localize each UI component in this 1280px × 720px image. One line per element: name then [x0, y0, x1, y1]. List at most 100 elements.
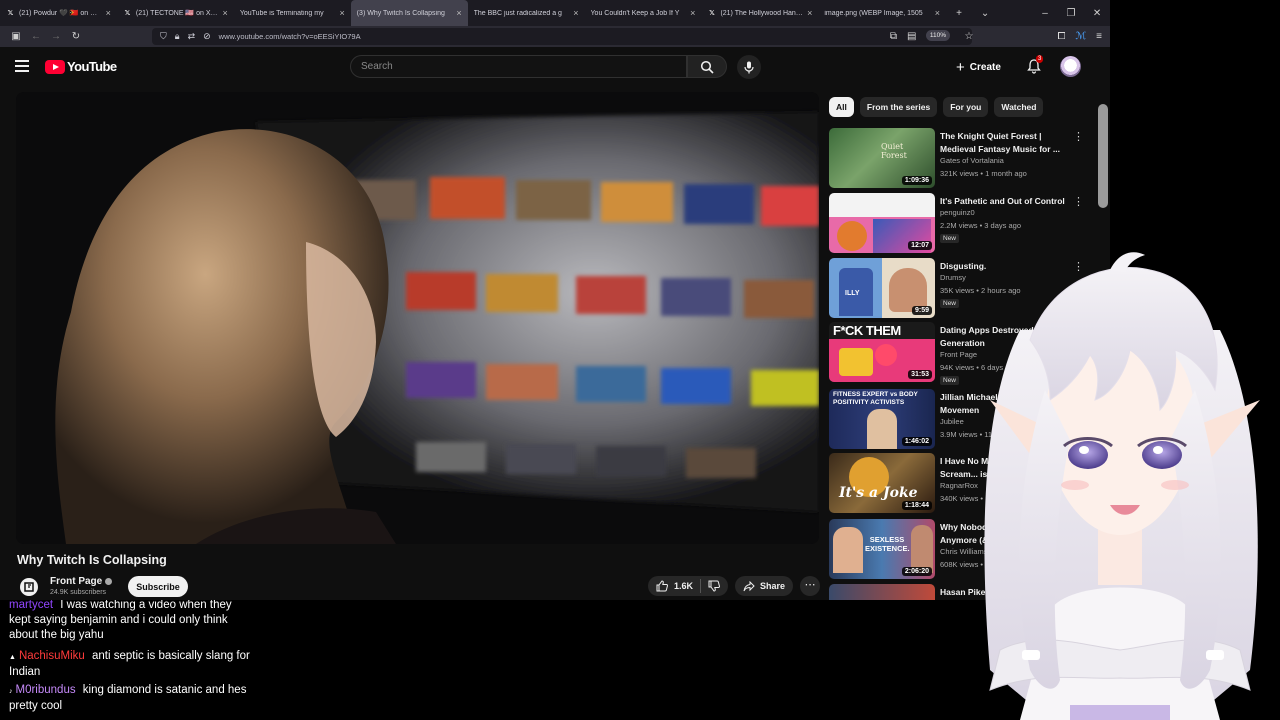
picture-in-picture-icon[interactable]: ⧉: [890, 31, 897, 42]
extensions-icon[interactable]: ⧠: [1057, 31, 1065, 42]
browser-tab-active[interactable]: (3) Why Twitch Is Collapsing ×: [350, 0, 468, 26]
bookmark-star-icon[interactable]: ☆: [964, 31, 973, 42]
chat-username: NachisuMiku: [18, 650, 85, 662]
channel-avatar[interactable]: [20, 578, 38, 596]
tab-label: YouTube is Terminating my: [239, 9, 324, 17]
thumbnail-text: SEXLESS EXISTENCE.: [865, 535, 910, 553]
video-duration: 1:18:44: [901, 501, 932, 510]
chat-badge-icon: ▲: [9, 654, 16, 661]
browser-tab[interactable]: image.png (WEBP Image, 1505 ×: [818, 0, 946, 26]
permissions-icon[interactable]: ⇄: [188, 31, 196, 42]
youtube-logo[interactable]: YouTube: [45, 59, 117, 74]
video-actions: 1.6K Share ⋯: [647, 576, 820, 596]
lock-icon[interactable]: 🔒︎: [175, 31, 180, 42]
search-icon: [700, 60, 714, 74]
channel-name[interactable]: Gates of Vortalania: [940, 156, 1004, 165]
video-thumbnail[interactable]: FITNESS EXPERT vs BODY POSITIVITY ACTIVI…: [829, 389, 935, 449]
video-title: The Knight Quiet Forest | Medieval Fanta…: [940, 131, 1060, 154]
video-thumbnail[interactable]: It's a Joke 1:18:44: [829, 453, 935, 513]
extension-icon[interactable]: ℳ: [1075, 31, 1086, 42]
tab-label: (21) Powdur 🖤 🇹🇱 on X: "@: [19, 10, 102, 17]
channel-name[interactable]: penguinz0: [940, 208, 975, 217]
recommendation-item[interactable]: Quiet Forest 1:09:36 The Knight Quiet Fo…: [829, 128, 1089, 188]
video-player[interactable]: [16, 92, 819, 544]
recommendation-item[interactable]: 12:07 It's Pathetic and Out of Control p…: [829, 193, 1089, 253]
create-button[interactable]: + Create: [956, 57, 1001, 77]
video-duration: 1:09:36: [901, 176, 932, 185]
more-vertical-icon[interactable]: ⋮: [1073, 130, 1084, 143]
menu-icon[interactable]: ≡: [1096, 31, 1102, 42]
close-tab-icon[interactable]: ×: [573, 8, 578, 18]
tab-label: (3) Why Twitch Is Collapsing: [356, 9, 445, 17]
tab-label: (21) The Hollywood Handle: [720, 9, 804, 17]
forward-arrow-icon[interactable]: →: [46, 31, 66, 42]
close-tab-icon[interactable]: ×: [807, 8, 812, 18]
address-bar[interactable]: ⛉ 🔒︎ ⇄ ⊘ www.youtube.com/watch?v=oEESiYI…: [152, 28, 972, 45]
thumbnail-text: ILLY: [845, 290, 860, 297]
page-scrollbar[interactable]: [1098, 104, 1108, 208]
browser-tab[interactable]: 𝕏 (21) Powdur 🖤 🇹🇱 on X: "@ ×: [0, 0, 117, 26]
tab-list-chevron-icon[interactable]: ⌄: [972, 8, 998, 19]
video-thumbnail[interactable]: ILLY 9:59: [829, 258, 935, 318]
x-icon: 𝕏: [124, 10, 131, 17]
no-camera-icon[interactable]: ⊘: [203, 31, 211, 42]
video-duration: 9:59: [911, 306, 932, 315]
chip-all[interactable]: All: [829, 97, 854, 117]
browser-tab[interactable]: You Couldn't Keep a Job If Y ×: [585, 0, 702, 26]
subscribe-button[interactable]: Subscribe: [128, 576, 188, 597]
close-tab-icon[interactable]: ×: [223, 8, 228, 18]
front-page-logo-icon: [24, 582, 34, 592]
video-duration: 31:53: [908, 370, 932, 379]
search-input[interactable]: Search: [350, 55, 687, 78]
video-thumbnail[interactable]: F*CK THEM 31:53: [829, 322, 935, 382]
thumbs-up-icon: [656, 580, 668, 592]
minimize-icon[interactable]: –: [1032, 8, 1058, 19]
video-thumbnail[interactable]: Quiet Forest 1:09:36: [829, 128, 935, 188]
chat-message: ▲ NachisuMiku anti septic is basically sl…: [9, 649, 253, 680]
chat-username: M0ribundus: [15, 684, 76, 696]
shield-icon[interactable]: ⛉: [160, 31, 167, 42]
video-thumbnail[interactable]: [829, 584, 935, 600]
close-tab-icon[interactable]: ×: [339, 8, 344, 18]
close-window-icon[interactable]: ✕: [1084, 8, 1110, 19]
hamburger-menu-icon[interactable]: [15, 60, 29, 72]
video-duration: 2:06:20: [901, 567, 932, 576]
share-button[interactable]: Share: [734, 576, 793, 596]
account-avatar[interactable]: [1060, 56, 1081, 77]
close-tab-icon[interactable]: ×: [456, 8, 461, 18]
close-tab-icon[interactable]: ×: [106, 8, 111, 18]
reader-view-icon[interactable]: ▤: [907, 31, 916, 42]
channel-name[interactable]: Front Page: [50, 576, 113, 587]
more-actions-button[interactable]: ⋯: [800, 576, 820, 596]
maximize-icon[interactable]: ❐: [1058, 8, 1084, 19]
thumbnail-text: Quiet Forest: [881, 142, 907, 160]
chip-from-the-series[interactable]: From the series: [859, 97, 938, 117]
notification-badge: 3: [1036, 55, 1044, 63]
new-badge: New: [940, 299, 960, 308]
sidebar-toggle-icon[interactable]: ▣: [6, 31, 26, 42]
youtube-header: YouTube Search + Create 3: [0, 47, 1110, 87]
like-button[interactable]: 1.6K: [656, 580, 693, 592]
new-tab-icon[interactable]: +: [946, 8, 972, 19]
thumbs-down-icon: [708, 580, 720, 592]
video-thumbnail[interactable]: SEXLESS EXISTENCE. 2:06:20: [829, 519, 935, 579]
like-count: 1.6K: [673, 581, 693, 591]
more-vertical-icon[interactable]: ⋮: [1073, 195, 1084, 208]
video-thumbnail[interactable]: 12:07: [829, 193, 935, 253]
search-button[interactable]: [687, 55, 727, 78]
dislike-button[interactable]: [708, 580, 720, 592]
chat-username: martycet: [9, 600, 54, 611]
close-tab-icon[interactable]: ×: [690, 8, 695, 18]
browser-tab[interactable]: The BBC just radicalized a g ×: [468, 0, 585, 26]
browser-tab[interactable]: YouTube is Terminating my ×: [234, 0, 351, 26]
chip-watched[interactable]: Watched: [994, 97, 1044, 117]
close-tab-icon[interactable]: ×: [935, 8, 940, 18]
notifications-button[interactable]: 3: [1026, 55, 1044, 76]
back-arrow-icon[interactable]: ←: [26, 31, 46, 42]
browser-tab[interactable]: 𝕏 (21) The Hollywood Handle ×: [701, 0, 818, 26]
voice-search-button[interactable]: [737, 55, 761, 79]
browser-tab[interactable]: 𝕏 (21) TECTONE 🇺🇸 on X: "I am ×: [117, 0, 234, 26]
vtuber-avatar: [984, 252, 1260, 720]
reload-icon[interactable]: ↻: [66, 31, 86, 42]
chip-for-you[interactable]: For you: [943, 97, 989, 117]
